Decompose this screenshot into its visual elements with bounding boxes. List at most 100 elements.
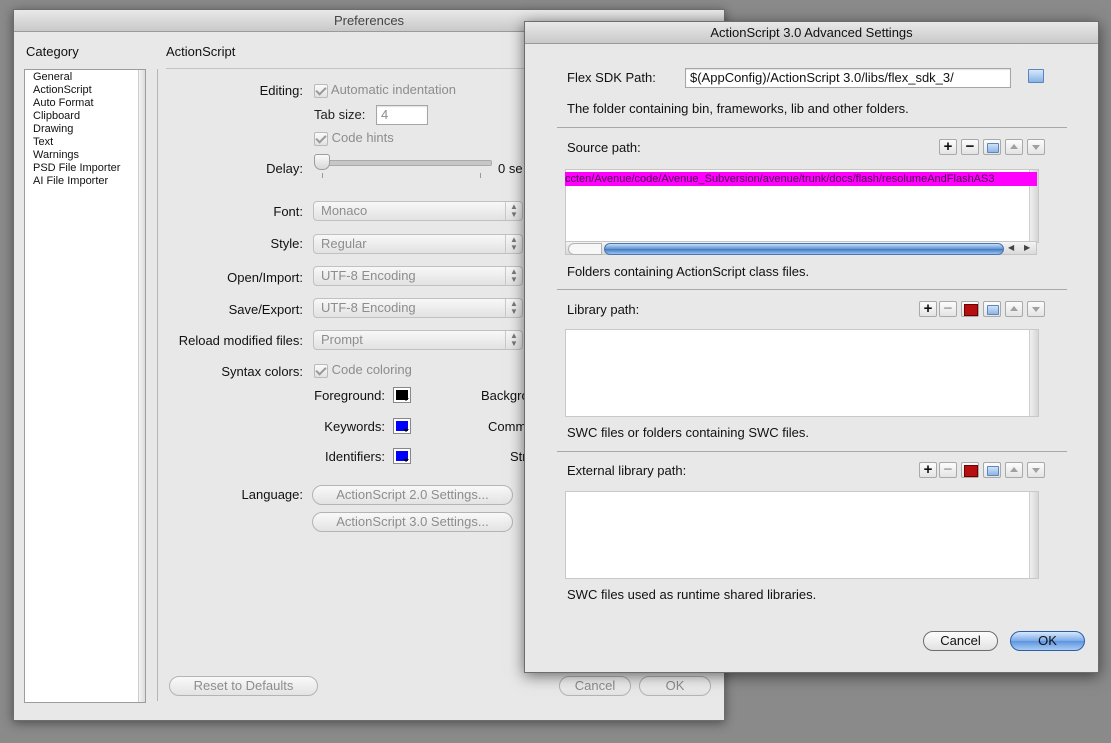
swatch-dropdown-icon bbox=[403, 459, 409, 462]
reload-popup[interactable]: Prompt ▲ ▼ bbox=[313, 330, 523, 350]
auto-indent-option[interactable]: Automatic indentation bbox=[314, 82, 456, 98]
library-browse-button[interactable] bbox=[983, 301, 1001, 317]
external-add-button[interactable]: + bbox=[919, 462, 937, 478]
delay-slider-track[interactable] bbox=[318, 160, 492, 166]
external-add-swc-button[interactable] bbox=[961, 462, 979, 478]
library-move-down-button[interactable] bbox=[1027, 301, 1045, 317]
library-path-hint: SWC files or folders containing SWC file… bbox=[567, 425, 810, 440]
category-item-text[interactable]: Text bbox=[25, 136, 145, 149]
reset-to-defaults-button[interactable]: Reset to Defaults bbox=[169, 676, 318, 696]
arrow-up-icon bbox=[1010, 467, 1018, 472]
comments-label: Comm bbox=[488, 419, 527, 434]
advanced-settings-dialog: ActionScript 3.0 Advanced Settings Flex … bbox=[524, 21, 1099, 673]
category-item-auto-format[interactable]: Auto Format bbox=[25, 97, 145, 110]
category-title: Category bbox=[26, 44, 79, 59]
prefs-ok-button[interactable]: OK bbox=[639, 676, 711, 696]
scrollbar-left-cap bbox=[568, 243, 602, 255]
library-path-label: Library path: bbox=[567, 302, 640, 317]
library-move-up-button[interactable] bbox=[1005, 301, 1023, 317]
arrow-up-icon bbox=[1010, 144, 1018, 149]
scrollbar-thumb[interactable] bbox=[604, 243, 1004, 255]
keywords-color-swatch[interactable] bbox=[393, 418, 411, 434]
category-item-clipboard[interactable]: Clipboard bbox=[25, 110, 145, 123]
advanced-ok-button[interactable]: OK bbox=[1010, 631, 1085, 651]
open-import-popup[interactable]: UTF-8 Encoding ▲ ▼ bbox=[313, 266, 523, 286]
font-popup[interactable]: Monaco ▲ ▼ bbox=[313, 201, 523, 221]
library-remove-button[interactable]: − bbox=[939, 301, 957, 317]
auto-indent-checkbox[interactable] bbox=[314, 83, 328, 98]
font-popup-value: Monaco bbox=[321, 203, 368, 218]
external-remove-button[interactable]: − bbox=[939, 462, 957, 478]
folder-icon bbox=[987, 305, 999, 315]
divider bbox=[557, 127, 1067, 128]
code-coloring-label: Code coloring bbox=[331, 362, 412, 377]
arrow-down-icon bbox=[1032, 145, 1040, 150]
source-horizontal-scrollbar[interactable]: ◀ ▶ bbox=[565, 241, 1037, 255]
popup-arrows-icon: ▲ ▼ bbox=[505, 202, 522, 220]
slider-tick bbox=[322, 173, 323, 178]
save-export-popup-value: UTF-8 Encoding bbox=[321, 300, 416, 315]
category-item-drawing[interactable]: Drawing bbox=[25, 123, 145, 136]
delay-slider-thumb[interactable] bbox=[314, 154, 330, 170]
section-title: ActionScript bbox=[166, 44, 236, 59]
language-label: Language: bbox=[241, 487, 303, 502]
sdk-browse-folder-icon[interactable] bbox=[1028, 69, 1044, 83]
advanced-cancel-button[interactable]: Cancel bbox=[923, 631, 998, 651]
external-move-down-button[interactable] bbox=[1027, 462, 1045, 478]
source-path-label: Source path: bbox=[567, 140, 641, 155]
code-coloring-checkbox[interactable] bbox=[314, 363, 328, 378]
library-add-button[interactable]: + bbox=[919, 301, 937, 317]
sdk-path-label: Flex SDK Path: bbox=[567, 70, 656, 85]
as3-settings-button[interactable]: ActionScript 3.0 Settings... bbox=[312, 512, 513, 532]
category-item-general[interactable]: General bbox=[25, 71, 145, 84]
source-browse-button[interactable] bbox=[983, 139, 1001, 155]
prefs-cancel-button[interactable]: Cancel bbox=[559, 676, 631, 696]
identifiers-color-swatch[interactable] bbox=[393, 448, 411, 464]
external-library-path-list[interactable] bbox=[565, 491, 1039, 579]
sdk-path-hint: The folder containing bin, frameworks, l… bbox=[567, 101, 909, 116]
category-list[interactable]: General ActionScript Auto Format Clipboa… bbox=[24, 69, 146, 703]
library-path-list[interactable] bbox=[565, 329, 1039, 417]
tab-size-field[interactable]: 4 bbox=[376, 105, 428, 125]
slider-tick bbox=[480, 173, 481, 178]
popup-arrows-icon: ▲ ▼ bbox=[505, 267, 522, 285]
popup-arrows-icon: ▲ ▼ bbox=[505, 331, 522, 349]
style-label: Style: bbox=[270, 236, 303, 251]
foreground-label: Foreground: bbox=[314, 388, 385, 403]
code-coloring-option[interactable]: Code coloring bbox=[314, 362, 412, 378]
foreground-color-swatch[interactable] bbox=[393, 387, 411, 403]
source-path-row-selected[interactable]: ccten/Avenue/code/Avenue_Subversion/aven… bbox=[565, 172, 1037, 186]
library-vertical-scrollbar[interactable] bbox=[1029, 330, 1038, 416]
category-item-actionscript[interactable]: ActionScript bbox=[25, 84, 145, 97]
code-hints-checkbox[interactable] bbox=[314, 131, 328, 146]
category-item-warnings[interactable]: Warnings bbox=[25, 149, 145, 162]
scroll-left-arrow-icon[interactable]: ◀ bbox=[1008, 242, 1014, 254]
scroll-right-arrow-icon[interactable]: ▶ bbox=[1024, 242, 1030, 254]
source-remove-button[interactable]: − bbox=[961, 139, 979, 155]
as2-settings-button[interactable]: ActionScript 2.0 Settings... bbox=[312, 485, 513, 505]
source-move-down-button[interactable] bbox=[1027, 139, 1045, 155]
category-item-psd-importer[interactable]: PSD File Importer bbox=[25, 162, 145, 175]
save-export-popup[interactable]: UTF-8 Encoding ▲ ▼ bbox=[313, 298, 523, 318]
delay-value: 0 se bbox=[498, 161, 523, 176]
font-label: Font: bbox=[273, 204, 303, 219]
code-hints-option[interactable]: Code hints bbox=[314, 130, 394, 146]
external-move-up-button[interactable] bbox=[1005, 462, 1023, 478]
external-vertical-scrollbar[interactable] bbox=[1029, 492, 1038, 578]
style-popup-value: Regular bbox=[321, 236, 367, 251]
divider bbox=[557, 289, 1067, 290]
source-add-button[interactable]: + bbox=[939, 139, 957, 155]
style-popup[interactable]: Regular ▲ ▼ bbox=[313, 234, 523, 254]
popup-arrows-icon: ▲ ▼ bbox=[505, 235, 522, 253]
divider bbox=[557, 451, 1067, 452]
external-library-path-label: External library path: bbox=[567, 463, 687, 478]
external-browse-button[interactable] bbox=[983, 462, 1001, 478]
category-scrollbar[interactable] bbox=[138, 70, 145, 702]
library-add-swc-button[interactable] bbox=[961, 301, 979, 317]
source-move-up-button[interactable] bbox=[1005, 139, 1023, 155]
background-label: Backgro bbox=[481, 388, 529, 403]
sdk-path-field[interactable]: $(AppConfig)/ActionScript 3.0/libs/flex_… bbox=[685, 68, 1011, 88]
reload-popup-value: Prompt bbox=[321, 332, 363, 347]
category-item-ai-importer[interactable]: AI File Importer bbox=[25, 175, 145, 188]
source-path-hint: Folders containing ActionScript class fi… bbox=[567, 264, 810, 279]
